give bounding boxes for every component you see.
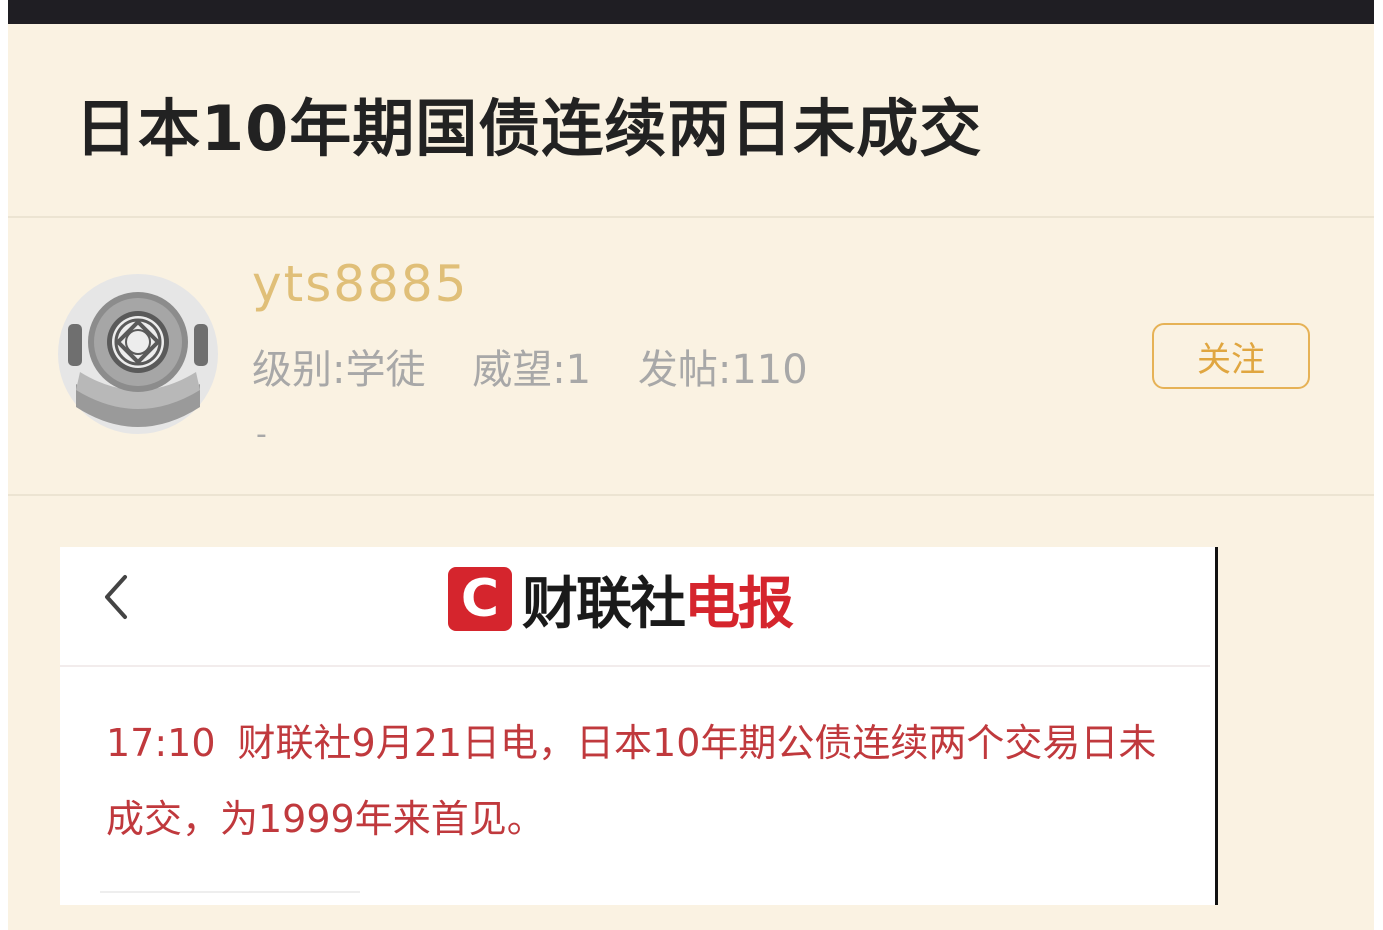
follow-button[interactable]: 关注 [1152, 323, 1310, 389]
author-prestige: 威望:1 [472, 347, 592, 393]
news-body: 财联社9月21日电，日本10年期公债连续两个交易日未成交，为1999年来首见。 [106, 721, 1157, 841]
title-divider [8, 216, 1374, 218]
author-stats: 级别:学徒 威望:1 发帖:110 [252, 337, 842, 395]
news-item: 17:10 财联社9月21日电，日本10年期公债连续两个交易日未成交，为1999年… [106, 705, 1166, 857]
author-level: 级别:学徒 [252, 347, 426, 393]
logo-text-part2: 电报 [684, 571, 794, 637]
logo-letter-box: C [448, 567, 512, 631]
post-title: 日本10年期国债连续两日未成交 [75, 92, 983, 165]
author-username[interactable]: yts8885 [252, 255, 469, 313]
logo-text-part1: 财联社 [522, 571, 686, 637]
author-signature: - [256, 417, 267, 452]
post-page: 日本10年期国债连续两日未成交 yts8885 级别:学徒 威望:1 发帖:11… [8, 0, 1374, 930]
logo-text: 财联社电报 [522, 559, 794, 640]
embed-header-divider [60, 665, 1210, 667]
author-divider [8, 494, 1374, 496]
chevron-left-icon [96, 567, 136, 627]
author-avatar[interactable] [58, 272, 218, 437]
embed-footer-line [100, 891, 360, 893]
author-post-count: 发帖:110 [637, 347, 808, 393]
diving-helmet-avatar-icon [58, 274, 218, 434]
news-time: 17:10 [106, 721, 216, 765]
embedded-news-screenshot: C 财联社电报 17:10 财联社9月21日电，日本10年期公债连续两个交易日未成… [60, 547, 1218, 905]
status-bar [8, 0, 1374, 24]
cls-telegraph-logo: C 财联社电报 [448, 565, 794, 637]
